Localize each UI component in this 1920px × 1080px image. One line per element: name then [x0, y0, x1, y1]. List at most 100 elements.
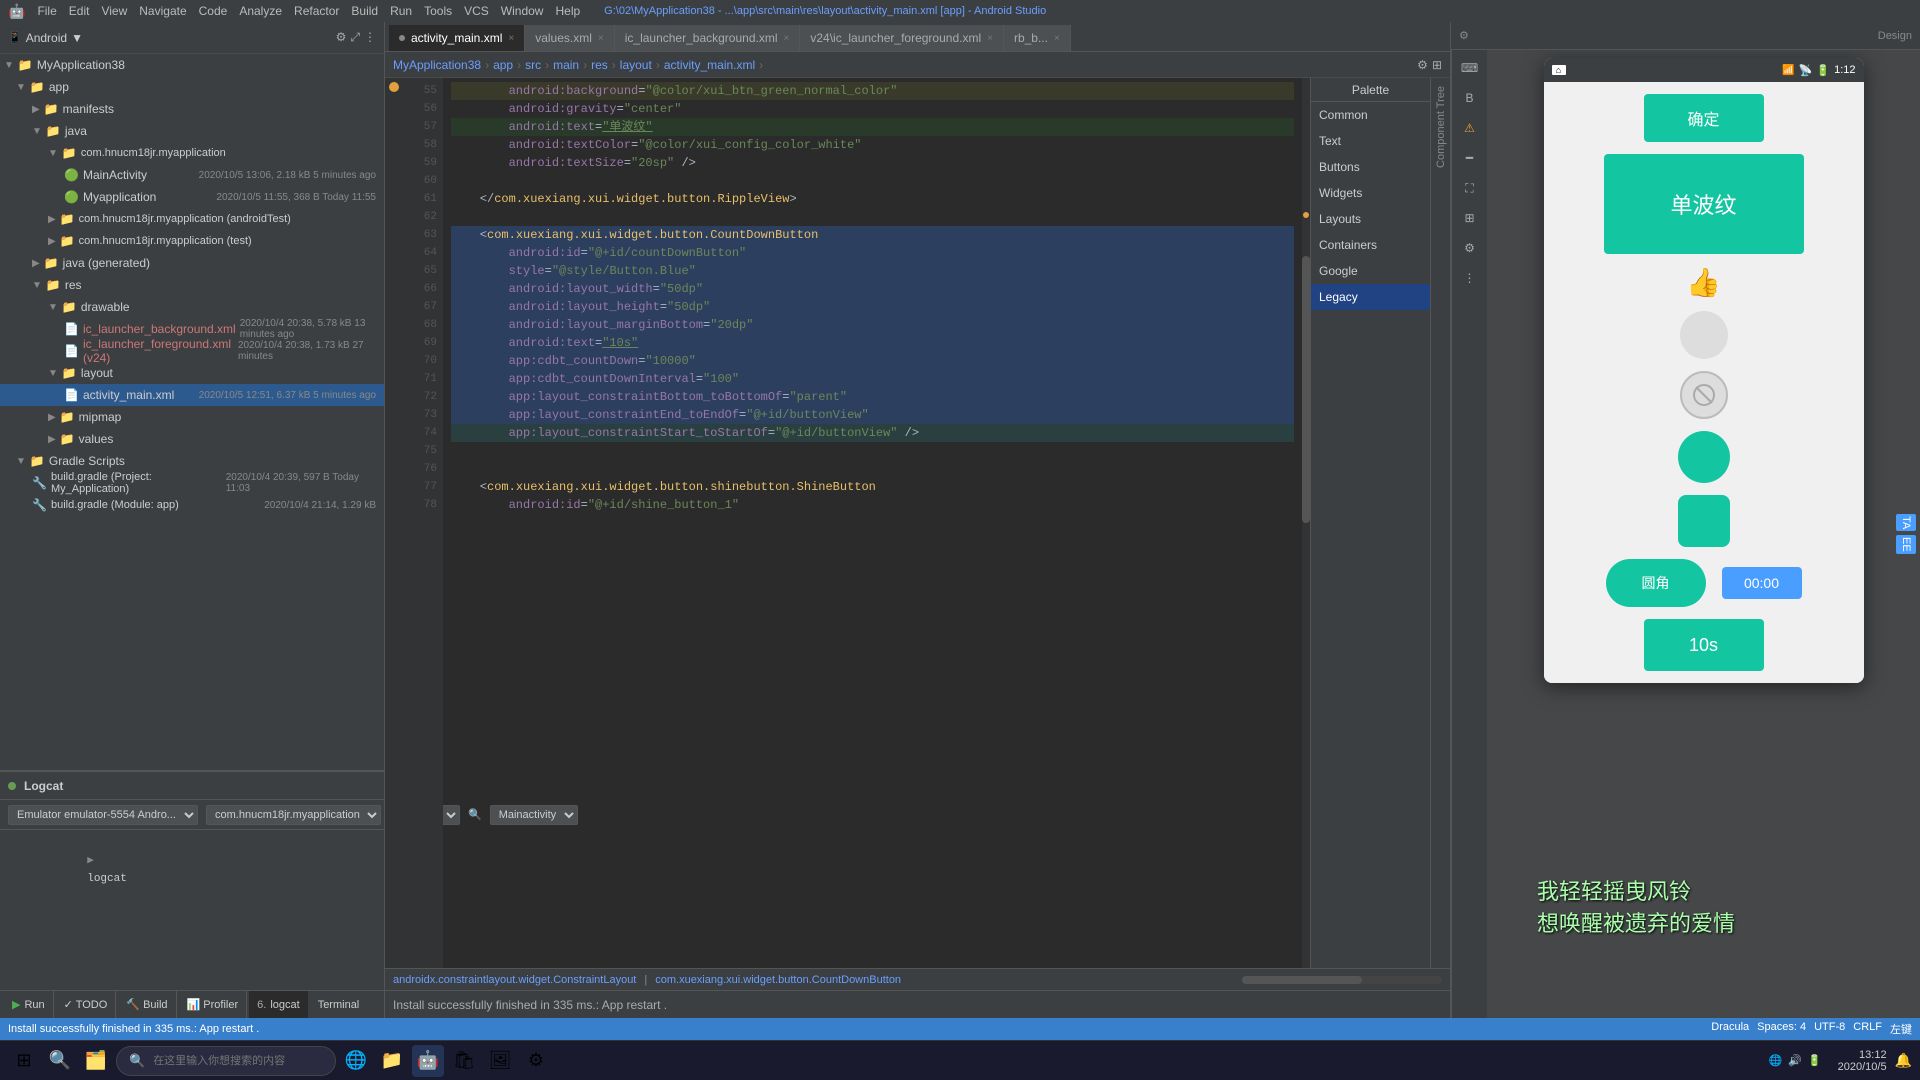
sync-icon[interactable]: ⚙ — [336, 30, 347, 45]
bc-layout[interactable]: layout — [620, 58, 652, 72]
logcat-tab[interactable]: 6. logcat — [249, 991, 308, 1018]
network-icon[interactable]: 🌐 — [1769, 1054, 1783, 1067]
tab-ic-fg[interactable]: v24\ic_launcher_foreground.xml × — [800, 25, 1004, 51]
package-select[interactable]: com.hnucm18jr.myapplication — [206, 805, 381, 825]
tree-item-mainactivity[interactable]: 🟢 MainActivity 2020/10/5 13:06, 2.18 kB … — [0, 164, 384, 186]
tab-activity-main[interactable]: activity_main.xml × — [389, 25, 525, 51]
project-root[interactable]: ▼ 📁 MyApplication38 — [0, 54, 384, 76]
settings-taskbar-icon[interactable]: ⚙ — [520, 1045, 552, 1077]
more-icon[interactable]: ⋮ — [364, 30, 376, 45]
close-btn[interactable]: × — [1054, 33, 1060, 44]
windows-icon[interactable]: ⊞ — [8, 1045, 40, 1077]
todo-btn[interactable]: ✓ TODO — [56, 991, 117, 1018]
palette-item-layouts[interactable]: Layouts — [1311, 206, 1430, 232]
android-dropdown[interactable]: ▼ — [71, 31, 83, 45]
bold-icon[interactable]: B — [1454, 84, 1486, 112]
scrollbar-h[interactable] — [1242, 976, 1442, 984]
task-view-icon[interactable]: 🗂️ — [80, 1045, 112, 1077]
palette-item-buttons[interactable]: Buttons — [1311, 154, 1430, 180]
tree-item-test[interactable]: ▶ 📁 com.hnucm18jr.myapplication (test) — [0, 230, 384, 252]
taskbar-search[interactable]: 🔍 — [116, 1046, 336, 1076]
tree-item-java[interactable]: ▼ 📁 java — [0, 120, 384, 142]
palette-item-google[interactable]: Google — [1311, 258, 1430, 284]
tree-item-mipmap[interactable]: ▶ 📁 mipmap — [0, 406, 384, 428]
menu-navigate[interactable]: Navigate — [139, 4, 186, 18]
menu-view[interactable]: View — [101, 4, 127, 18]
battery-taskbar-icon[interactable]: 🔋 — [1808, 1054, 1822, 1067]
close-btn[interactable]: × — [508, 33, 514, 44]
terminal-btn[interactable]: Terminal — [310, 991, 368, 1018]
files-icon[interactable]: 📁 — [376, 1045, 408, 1077]
settings-icon[interactable]: ⚙ — [1459, 29, 1469, 42]
menu-vcs[interactable]: VCS — [464, 4, 489, 18]
fullscreen-icon[interactable]: ⛶ — [1454, 174, 1486, 202]
timer-button[interactable]: 10s — [1644, 619, 1764, 671]
volume-icon[interactable]: 🔊 — [1788, 1054, 1802, 1067]
attributes-icon[interactable]: ⚠ — [1454, 114, 1486, 142]
android-selector[interactable]: 📱 Android ▼ ⚙ ⤢ ⋮ — [0, 22, 384, 54]
palette-item-containers[interactable]: Containers — [1311, 232, 1430, 258]
search-icon[interactable]: 🔍 — [44, 1045, 76, 1077]
tree-item-ic-fg[interactable]: 📄 ic_launcher_foreground.xml (v24) 2020/… — [0, 340, 384, 362]
tree-item-myapplication[interactable]: 🟢 Myapplication 2020/10/5 11:55, 368 B T… — [0, 186, 384, 208]
close-btn[interactable]: × — [598, 33, 604, 44]
confirm-button[interactable]: 确定 — [1644, 94, 1764, 142]
menu-help[interactable]: Help — [555, 4, 580, 18]
tab-ic-bg[interactable]: ic_launcher_background.xml × — [615, 25, 801, 51]
menu-file[interactable]: File — [37, 4, 56, 18]
palette-item-common[interactable]: Common — [1311, 102, 1430, 128]
menu-tools[interactable]: Tools — [424, 4, 452, 18]
tree-item-build-gradle-proj[interactable]: 🔧 build.gradle (Project: My_Application)… — [0, 472, 384, 494]
menu-run[interactable]: Run — [390, 4, 412, 18]
tree-item-app[interactable]: ▼ 📁 app — [0, 76, 384, 98]
tab-rb[interactable]: rb_b... × — [1004, 25, 1071, 51]
multiwindow-icon[interactable]: ⊞ — [1454, 204, 1486, 232]
close-btn[interactable]: × — [987, 33, 993, 44]
tree-item-build-gradle-mod[interactable]: 🔧 build.gradle (Module: app) 2020/10/4 2… — [0, 494, 384, 516]
tree-item-values[interactable]: ▶ 📁 values — [0, 428, 384, 450]
teal-square-button[interactable] — [1678, 495, 1730, 547]
tab-values[interactable]: values.xml × — [525, 25, 615, 51]
menu-refactor[interactable]: Refactor — [294, 4, 339, 18]
android-studio-icon[interactable]: 🤖 — [412, 1045, 444, 1077]
toggle-button[interactable] — [1680, 311, 1728, 359]
countdown-button[interactable]: 00:00 — [1722, 567, 1802, 599]
menu-window[interactable]: Window — [501, 4, 544, 18]
tree-item-layout[interactable]: ▼ 📁 layout — [0, 362, 384, 384]
store-icon[interactable]: 🛍 — [448, 1045, 480, 1077]
tree-item-activity-main[interactable]: 📄 activity_main.xml 2020/10/5 12:51, 6.3… — [0, 384, 384, 406]
slash-button[interactable] — [1680, 371, 1728, 419]
bc-main[interactable]: main — [553, 58, 579, 72]
close-btn[interactable]: × — [784, 33, 790, 44]
settings-icon2[interactable]: ⚙ — [1454, 234, 1486, 262]
thin-icon[interactable]: ━ — [1454, 144, 1486, 172]
tree-item-drawable[interactable]: ▼ 📁 drawable — [0, 296, 384, 318]
time-display[interactable]: 13:12 2020/10/5 — [1838, 1049, 1887, 1073]
teal-circle-button[interactable] — [1678, 431, 1730, 483]
bc-src[interactable]: src — [525, 58, 541, 72]
chrome-icon[interactable]: 🌐 — [340, 1045, 372, 1077]
palette-item-text[interactable]: Text — [1311, 128, 1430, 154]
code-editor[interactable]: android:background="@color/xui_btn_green… — [443, 78, 1302, 968]
notification-icon[interactable]: 🔔 — [1895, 1052, 1912, 1069]
rounded-button[interactable]: 圆角 — [1606, 559, 1706, 607]
menu-code[interactable]: Code — [199, 4, 228, 18]
tree-item-gradle[interactable]: ▼ 📁 Gradle Scripts — [0, 450, 384, 472]
split-icon[interactable]: ⊞ — [1432, 58, 1442, 72]
run-btn[interactable]: ▶ Run — [4, 991, 54, 1018]
expand-icon[interactable]: ⤢ — [350, 30, 360, 45]
more-icon2[interactable]: ⋮ — [1454, 264, 1486, 292]
bc-file[interactable]: activity_main.xml — [664, 58, 755, 72]
menu-build[interactable]: Build — [351, 4, 378, 18]
bc-project[interactable]: MyApplication38 — [393, 58, 481, 72]
build-btn[interactable]: 🔨 Build — [118, 991, 176, 1018]
like-button[interactable]: 👍 — [1686, 266, 1721, 299]
keyboard-icon[interactable]: ⌨ — [1454, 54, 1486, 82]
scrollbar-v[interactable] — [1302, 78, 1310, 968]
tree-item-res[interactable]: ▼ 📁 res — [0, 274, 384, 296]
gear-icon[interactable]: ⚙ — [1417, 58, 1428, 72]
photos-icon[interactable]: 🖼 — [484, 1045, 516, 1077]
palette-item-legacy[interactable]: Legacy — [1311, 284, 1430, 310]
menu-edit[interactable]: Edit — [69, 4, 90, 18]
tree-item-manifests[interactable]: ▶ 📁 manifests — [0, 98, 384, 120]
